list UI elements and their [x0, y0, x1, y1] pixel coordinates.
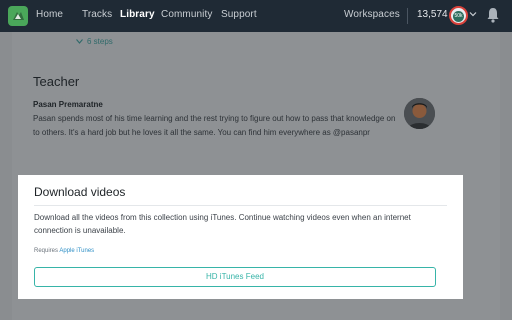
- download-title: Download videos: [34, 185, 126, 199]
- nav-library-link[interactable]: Library: [120, 9, 155, 20]
- nav-divider: [407, 8, 408, 24]
- top-nav: Home Tracks Library Community Support Wo…: [0, 0, 512, 32]
- steps-toggle[interactable]: 6 steps: [76, 37, 113, 46]
- teacher-avatar: [404, 98, 435, 129]
- teacher-name: Pasan Premaratne: [33, 100, 103, 109]
- bell-icon[interactable]: [486, 7, 500, 23]
- points-counter[interactable]: 13,574: [417, 9, 448, 20]
- user-avatar[interactable]: 50k: [449, 6, 468, 25]
- nav-support-link[interactable]: Support: [221, 9, 257, 20]
- chevron-down-icon[interactable]: [469, 10, 477, 18]
- nav-home-link[interactable]: Home: [36, 9, 63, 20]
- treehouse-logo-icon[interactable]: [8, 6, 28, 26]
- nav-tracks-link[interactable]: Tracks: [82, 9, 112, 20]
- requires-note: Requires Apple iTunes: [34, 248, 94, 254]
- avatar-badge: 50k: [453, 11, 464, 22]
- nav-community-link[interactable]: Community: [161, 9, 212, 20]
- chevron-down-icon: [76, 37, 83, 46]
- teacher-bio: Pasan spends most of his time learning a…: [33, 114, 396, 137]
- steps-label: 6 steps: [87, 37, 113, 46]
- download-videos-panel: Download videos Download all the videos …: [18, 175, 463, 299]
- teacher-heading: Teacher: [33, 74, 80, 89]
- apple-itunes-link[interactable]: Apple iTunes: [59, 248, 94, 254]
- requires-prefix: Requires: [34, 248, 59, 254]
- download-divider: [34, 205, 447, 206]
- hd-itunes-feed-button[interactable]: HD iTunes Feed: [34, 267, 436, 287]
- nav-workspaces-link[interactable]: Workspaces: [344, 9, 400, 20]
- download-description: Download all the videos from this collec…: [34, 213, 411, 235]
